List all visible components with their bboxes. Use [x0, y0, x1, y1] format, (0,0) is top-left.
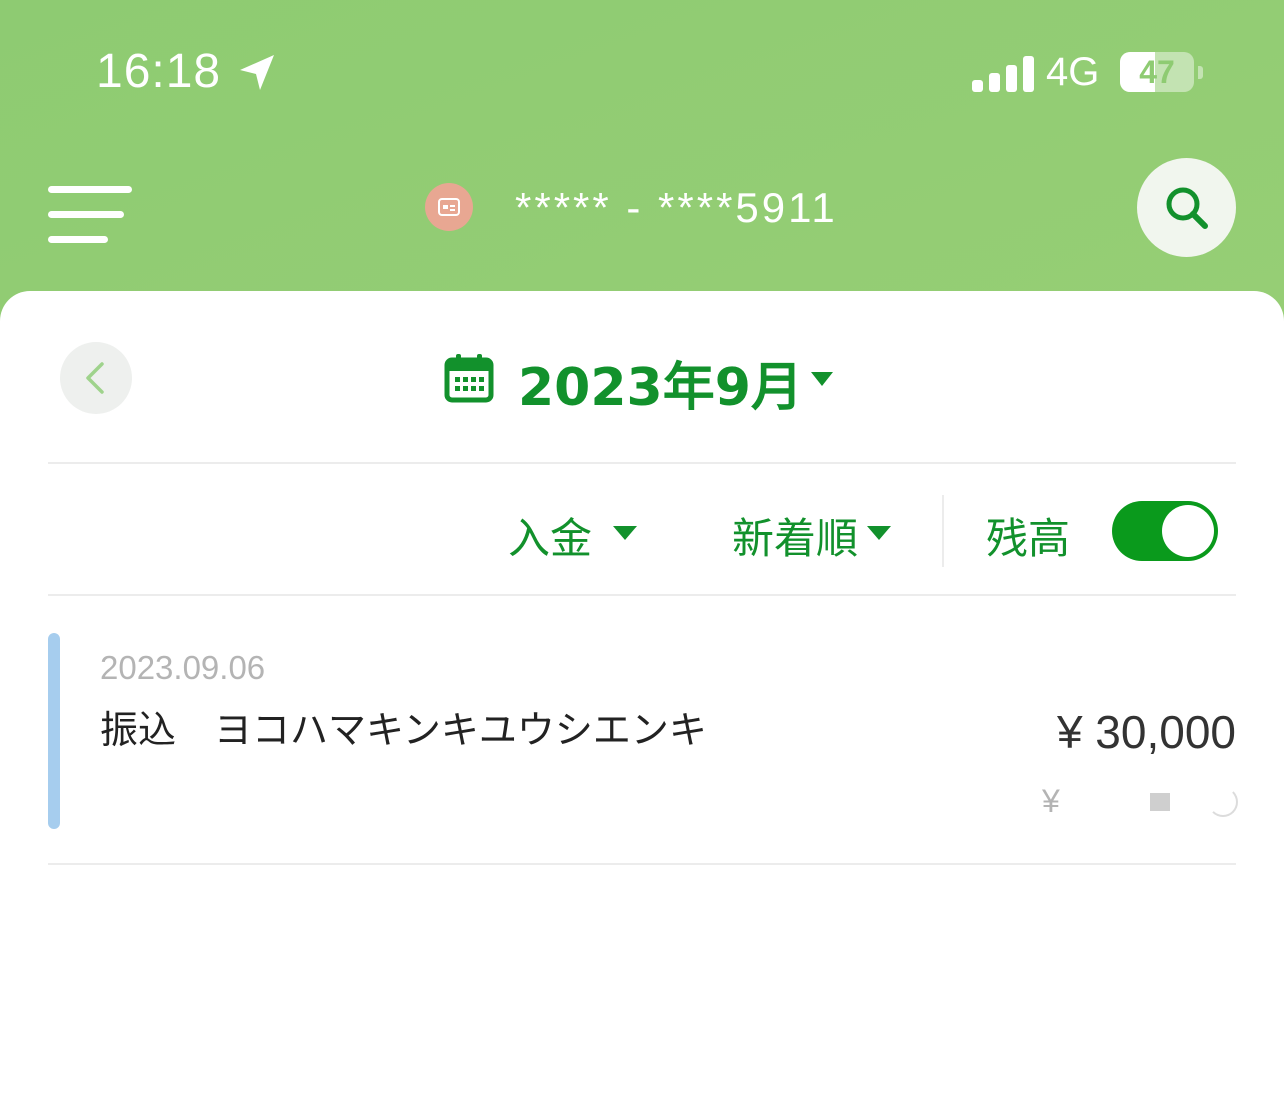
battery-icon: 47 [1120, 52, 1204, 94]
search-button[interactable] [1137, 158, 1236, 257]
transaction-row[interactable]: 2023.09.06 振込 ヨコハマキンキユウシエンキ ¥ 30,000 ¥ [48, 633, 1238, 829]
balance-yen-sign: ¥ [1042, 783, 1060, 819]
account-card-icon [425, 183, 473, 231]
battery-level: 47 [1139, 54, 1175, 90]
vertical-divider [942, 495, 944, 567]
divider [48, 462, 1236, 464]
divider [48, 594, 1236, 596]
previous-month-button[interactable] [60, 342, 132, 414]
deposit-indicator-bar [48, 633, 60, 829]
cellular-signal-icon [972, 56, 1034, 92]
type-filter-label: 入金 [508, 514, 593, 563]
transaction-description: 振込 ヨコハマキンキユウシエンキ [100, 708, 707, 752]
transaction-amount: ¥ 30,000 [1056, 706, 1236, 758]
sort-filter[interactable]: 新着順 [730, 495, 900, 565]
caret-down-icon [811, 372, 833, 386]
balance-mask [1150, 793, 1170, 811]
type-filter[interactable]: 入金 [506, 495, 646, 565]
month-label: 2023年9月 [518, 358, 803, 418]
transaction-date: 2023.09.06 [100, 649, 266, 686]
balance-toggle[interactable] [1112, 501, 1218, 561]
balance-label: 残高 [986, 514, 1071, 563]
filter-bar: 入金 新着順 残高 [0, 465, 1284, 595]
caret-down-icon [867, 526, 891, 540]
network-type: 4G [1046, 50, 1100, 94]
balance-mask [1208, 787, 1238, 817]
calendar-icon [444, 354, 494, 403]
sort-filter-label: 新着順 [732, 514, 859, 563]
account-number[interactable]: ***** - ****5911 [515, 184, 838, 232]
status-bar: 16:18 4G 47 [0, 0, 1284, 150]
transaction-balance: ¥ [1042, 783, 1238, 823]
toggle-knob [1162, 505, 1214, 557]
chevron-left-icon [86, 362, 104, 394]
status-time: 16:18 [96, 45, 222, 98]
menu-button[interactable] [48, 186, 134, 246]
search-icon [1166, 187, 1208, 229]
transaction-sheet: 2023年9月 入金 新着順 残高 2023.09.06 振込 ヨコハマキンキユ… [0, 291, 1284, 1105]
location-arrow-icon [240, 55, 274, 90]
menu-icon [48, 186, 132, 193]
caret-down-icon [613, 526, 637, 540]
divider [48, 863, 1236, 865]
